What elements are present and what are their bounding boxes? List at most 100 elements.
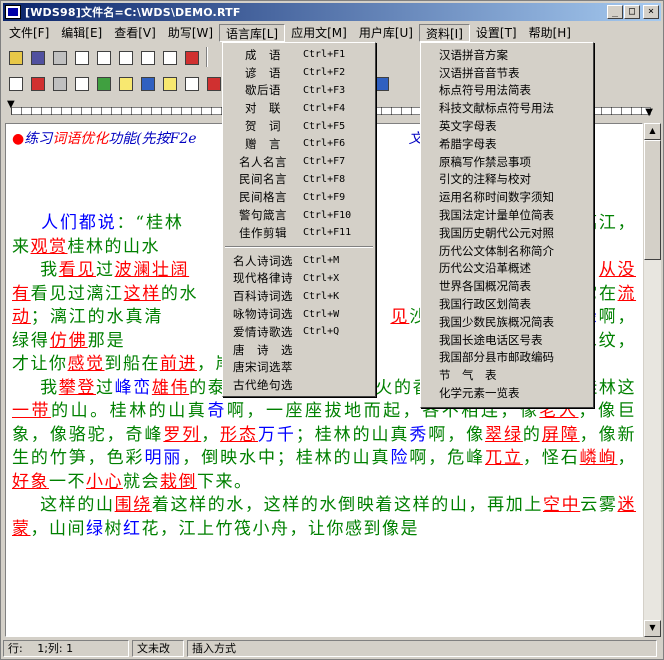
menu-item-shortcut: Ctrl+F10 <box>303 209 352 221</box>
lang-menu-item[interactable]: 警句箴言 Ctrl+F10 <box>223 206 375 224</box>
menu-item-shortcut: Ctrl+F6 <box>303 138 346 150</box>
menu-item-shortcut: Ctrl+K <box>303 290 340 302</box>
ref-menu-item[interactable]: 我国少数民族概况简表 <box>421 313 593 331</box>
lang-menu-item[interactable]: 佳作剪辑 Ctrl+F11 <box>223 224 375 242</box>
ref-menu-item[interactable]: 历代公文体制名称简介 <box>421 242 593 260</box>
lang-menu-item[interactable]: 赠 言 Ctrl+F6 <box>223 135 375 153</box>
menu-view[interactable]: 查看[V] <box>108 24 162 42</box>
lang-menu-item[interactable]: 唐 诗 选 <box>223 341 375 359</box>
lang-menu-item[interactable]: 民间格言 Ctrl+F9 <box>223 188 375 206</box>
menu-item-label: 咏物诗词选 <box>233 307 293 322</box>
ref-menu-item[interactable]: 历代公文沿革概述 <box>421 260 593 278</box>
ref-menu-item[interactable]: 原稿写作禁忌事项 <box>421 153 593 171</box>
book-icon[interactable] <box>137 73 157 93</box>
text-run: 奇 <box>207 401 227 421</box>
lang-menu-item[interactable]: 对 联 Ctrl+F4 <box>223 99 375 117</box>
lang-menu-item[interactable]: 谚 语 Ctrl+F2 <box>223 64 375 82</box>
ref-menu-item[interactable]: 汉语拼音音节表 <box>421 64 593 82</box>
print-icon[interactable] <box>49 47 69 67</box>
ruler-right-indent-marker[interactable]: ▼ <box>645 107 653 118</box>
lang-menu-item[interactable]: 名人名言 Ctrl+F7 <box>223 153 375 171</box>
text-run: 绿 <box>86 518 105 539</box>
menu-item-shortcut: Ctrl+F8 <box>303 173 346 185</box>
maximize-button[interactable]: □ <box>624 5 640 19</box>
ref-menu-item[interactable]: 我国历史朝代公元对照 <box>421 224 593 242</box>
lang-menu-item[interactable]: 民间名言 Ctrl+F8 <box>223 171 375 189</box>
ref-menu-item[interactable]: 我国部分县市邮政编码 <box>421 349 593 367</box>
menu-item-label: 名人诗词选 <box>233 253 293 268</box>
lang-menu-item[interactable]: 百科诗词选 Ctrl+K <box>223 287 375 305</box>
new-document-icon[interactable] <box>5 73 25 93</box>
menu-item-shortcut: Ctrl+F11 <box>303 227 352 239</box>
help-query-icon[interactable] <box>27 73 47 93</box>
menu-item-label: 歇后语 <box>245 83 281 98</box>
lang-menu-item[interactable]: 现代格律诗 Ctrl+X <box>223 270 375 288</box>
lang-menu-item[interactable]: 咏物诗词选 Ctrl+W <box>223 305 375 323</box>
paste-icon[interactable] <box>137 47 157 67</box>
text-run: 屏障 <box>541 424 580 445</box>
menu-help[interactable]: 帮助[H] <box>523 24 577 42</box>
font-icon[interactable] <box>181 47 201 67</box>
lang-menu-item[interactable]: 贺 词 Ctrl+F5 <box>223 117 375 135</box>
page-icon[interactable] <box>71 73 91 93</box>
cut-icon[interactable] <box>93 47 113 67</box>
vertical-scrollbar[interactable]: ▲ ▼ <box>644 123 661 637</box>
menu-assist[interactable]: 助写[W] <box>162 24 219 42</box>
lang-menu-item[interactable]: 成 语 Ctrl+F1 <box>223 46 375 64</box>
ref-menu-item[interactable]: 标点符号用法简表 <box>421 82 593 100</box>
text-run: 那是 <box>87 330 126 351</box>
undo-icon[interactable] <box>159 47 179 67</box>
scroll-down-icon[interactable]: ▼ <box>644 620 661 637</box>
spellcheck-icon[interactable] <box>93 73 113 93</box>
menu-applied-writing[interactable]: 应用文[M] <box>285 24 353 42</box>
font-style-icon[interactable] <box>203 73 223 93</box>
open-folder-icon[interactable] <box>5 47 25 67</box>
ref-menu-item[interactable]: 汉语拼音方案 <box>421 46 593 64</box>
save-icon[interactable] <box>27 47 47 67</box>
scroll-thumb[interactable] <box>644 140 661 260</box>
ref-menu-item[interactable]: 英文字母表 <box>421 117 593 135</box>
menu-settings[interactable]: 设置[T] <box>470 24 523 42</box>
text-run: ，倒映水 <box>182 448 258 468</box>
ref-menu-item[interactable]: 世界各国概况简表 <box>421 277 593 295</box>
app-icon[interactable] <box>5 5 21 19</box>
close-button[interactable]: × <box>643 5 659 19</box>
ref-menu-item[interactable]: 我国行政区划简表 <box>421 295 593 313</box>
ref-menu-item[interactable]: 希腊字母表 <box>421 135 593 153</box>
menu-reference[interactable]: 资料[I] <box>418 23 470 42</box>
lang-menu-item[interactable]: 爱情诗歌选 Ctrl+Q <box>223 323 375 341</box>
menu-user-library[interactable]: 用户库[U] <box>353 24 419 42</box>
scroll-up-icon[interactable]: ▲ <box>644 123 661 140</box>
ref-menu-item[interactable]: 科技文献标点符号用法 <box>421 99 593 117</box>
lang-menu-item[interactable]: 唐宋词选萃 <box>223 359 375 377</box>
ref-menu-item[interactable]: 化学元素一览表 <box>421 384 593 402</box>
preview-icon[interactable] <box>71 47 91 67</box>
lang-menu-item[interactable]: 名人诗词选 Ctrl+M <box>223 252 375 270</box>
copy-icon[interactable] <box>115 47 135 67</box>
text-run: 一不 <box>49 471 86 492</box>
ref-menu-item[interactable]: 引文的注释与校对 <box>421 171 593 189</box>
pencil-icon[interactable] <box>159 73 179 93</box>
menu-item-label: 赠 言 <box>245 136 281 151</box>
status-bar: 行: 1;列: 1 文未改 插入方式 <box>3 640 661 658</box>
text-run: 空中 <box>543 495 581 515</box>
menu-item-shortcut: Ctrl+F3 <box>303 84 346 96</box>
lang-menu-item[interactable]: 古代绝句选 <box>223 376 375 394</box>
title-bar[interactable]: [WDS98]文件名=C:\WDS\DEMO.RTF _ □ × <box>3 3 661 21</box>
menu-edit[interactable]: 编辑[E] <box>55 24 108 42</box>
menu-item-shortcut: Ctrl+F1 <box>303 49 346 61</box>
menu-item-label: 民间名言 <box>239 172 287 187</box>
printer-icon[interactable] <box>49 73 69 93</box>
eraser-icon[interactable] <box>181 73 201 93</box>
menu-item-label: 百科诗词选 <box>233 289 293 304</box>
ref-menu-item[interactable]: 我国长途电话区号表 <box>421 331 593 349</box>
menu-language-library[interactable]: 语言库[L] <box>219 23 286 42</box>
ref-menu-item[interactable]: 节 气 表 <box>421 366 593 384</box>
menu-file[interactable]: 文件[F] <box>3 24 55 42</box>
minimize-button[interactable]: _ <box>607 5 623 19</box>
dictionary-icon[interactable] <box>115 73 135 93</box>
app-window: [WDS98]文件名=C:\WDS\DEMO.RTF _ □ × 文件[F] 编… <box>0 0 664 660</box>
ref-menu-item[interactable]: 运用名称时间数字须知 <box>421 188 593 206</box>
ref-menu-item[interactable]: 我国法定计量单位简表 <box>421 206 593 224</box>
lang-menu-item[interactable]: 歇后语 Ctrl+F3 <box>223 82 375 100</box>
